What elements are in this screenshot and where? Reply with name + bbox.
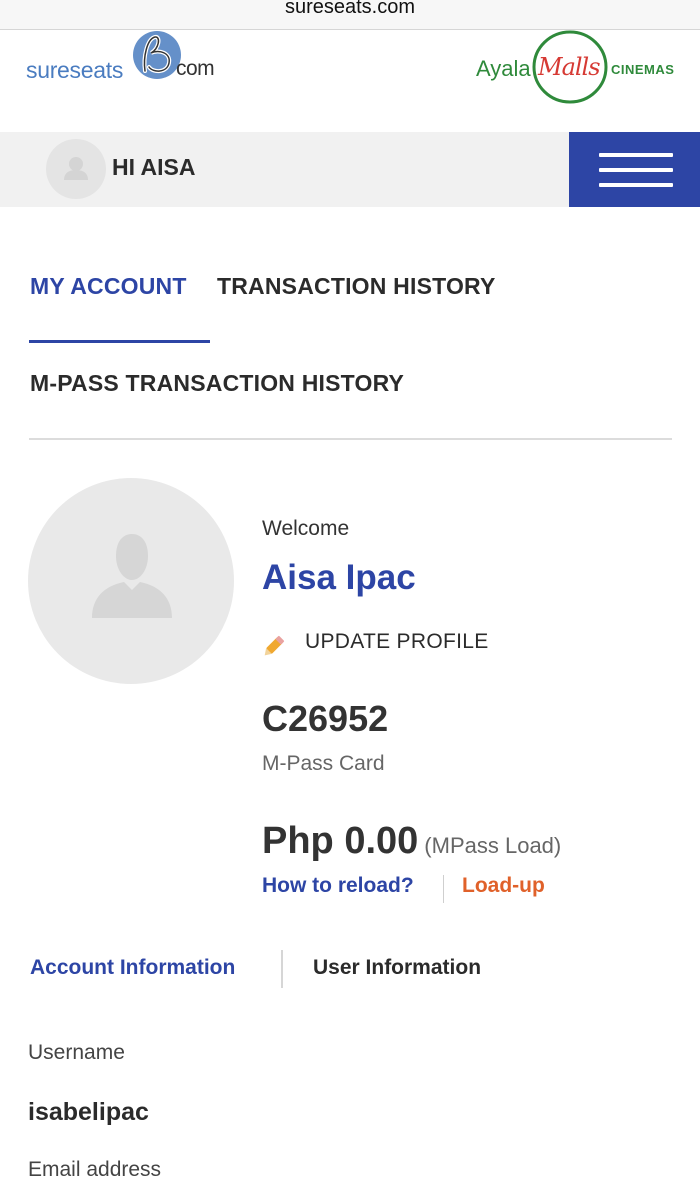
- cinemas-logo-text: CINEMAS: [611, 62, 675, 77]
- tab-mpass-transaction-history[interactable]: M-PASS TRANSACTION HISTORY: [30, 370, 404, 397]
- hamburger-menu-icon: [599, 153, 673, 157]
- profile-avatar: [28, 478, 234, 684]
- url-text: sureseats.com: [284, 0, 416, 18]
- username-label: Username: [28, 1041, 125, 1064]
- tab-my-account[interactable]: MY ACCOUNT: [30, 273, 187, 300]
- user-avatar[interactable]: [46, 139, 106, 199]
- ayala-malls-cinemas-logo[interactable]: Ayala Malls CINEMAS: [474, 30, 684, 111]
- load-up-link[interactable]: Load-up: [462, 874, 545, 898]
- active-tab-indicator: [29, 340, 210, 343]
- tabs-divider: [29, 438, 672, 440]
- how-to-reload-link[interactable]: How to reload?: [262, 874, 414, 898]
- update-profile-label: UPDATE PROFILE: [305, 630, 489, 653]
- sureseats-logo[interactable]: sureseats com: [26, 31, 226, 103]
- user-silhouette-icon: [64, 157, 88, 180]
- hamburger-menu-icon-line: [599, 168, 673, 172]
- email-label: Email address: [28, 1158, 162, 1181]
- mpass-card-label: M-Pass Card: [262, 752, 385, 775]
- sureseats-logo-domain: com: [176, 57, 215, 80]
- user-bar: HI AISA: [0, 132, 700, 207]
- sureseats-logo-text: sureseats: [26, 57, 124, 83]
- brand-header: sureseats com Ayala Malls CINEMAS: [0, 30, 700, 132]
- malls-logo-text: Malls: [538, 53, 601, 81]
- tab-account-information[interactable]: Account Information: [30, 956, 235, 980]
- profile-name: Aisa Ipac: [262, 558, 416, 597]
- user-greeting: HI AISA: [112, 154, 196, 180]
- hamburger-menu-icon-line: [599, 183, 673, 187]
- user-silhouette-icon: [92, 534, 172, 618]
- username-value: isabelipac: [28, 1098, 149, 1126]
- subtabs-separator: [281, 950, 283, 988]
- balance-amount: Php 0.00: [262, 820, 419, 862]
- mpass-balance: Php 0.00 (MPass Load): [262, 820, 561, 863]
- balance-note: (MPass Load): [424, 833, 562, 858]
- ayala-logo-text: Ayala: [476, 56, 531, 81]
- info-subtabs: Account Information User Information: [0, 948, 700, 988]
- tab-user-information[interactable]: User Information: [313, 956, 481, 980]
- pencil-icon: [264, 635, 285, 656]
- tab-transaction-history[interactable]: TRANSACTION HISTORY: [217, 273, 496, 300]
- browser-url-bar[interactable]: sureseats.com: [0, 0, 700, 30]
- mpass-card-number: C26952: [262, 698, 389, 739]
- welcome-label: Welcome: [262, 517, 350, 540]
- links-separator: [443, 875, 444, 903]
- hamburger-menu-button[interactable]: [569, 132, 700, 207]
